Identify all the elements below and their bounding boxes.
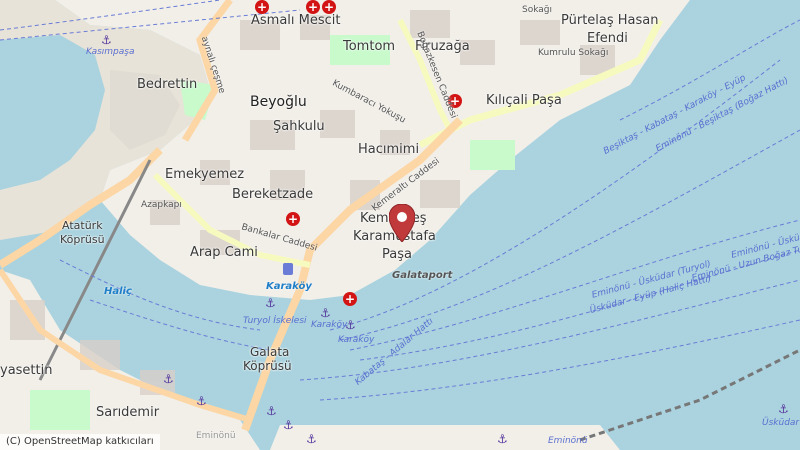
ferry-anchor-icon[interactable]: ⚓ [196,394,207,408]
label-beyoglu: Beyoğlu [250,94,307,110]
label-efendi: Efendi [587,31,628,46]
label-galataport: Galataport [392,270,453,281]
label-azapkapi: Azapkapı [141,200,182,210]
hospital-icon[interactable]: + [306,0,320,14]
hospital-icon[interactable]: + [343,292,357,306]
street-kumrulu: Kumrulu Sokağı [538,48,609,58]
label-yasettin: yasettin [0,363,53,378]
tram-station-icon[interactable] [283,263,293,275]
ferry-anchor-icon[interactable]: ⚓ [265,296,276,310]
label-kilicali: Kılıçali Paşa [486,93,562,108]
street-eminonu: Eminönü [196,431,236,441]
label-arap-cami: Arap Cami [190,245,258,260]
label-ataturk: Atatürk [62,219,103,232]
hospital-icon[interactable]: + [286,212,300,226]
ferry-anchor-icon[interactable]: ⚓ [283,418,294,432]
label-bereketzade: Bereketzade [232,187,314,202]
hospital-icon[interactable]: + [255,0,269,14]
location-pin-icon[interactable] [389,204,415,242]
label-karakoy-pier1: Karaköy [311,320,348,330]
label-galata-koprusu: Köprüsü [243,359,292,373]
street-sokagi: Sokağı [522,5,553,15]
label-tomtom: Tomtom [343,39,396,54]
attribution: (C) OpenStreetMap katkıcıları [0,434,160,450]
ferry-anchor-icon[interactable]: ⚓ [306,432,317,446]
ferry-anchor-icon[interactable]: ⚓ [101,33,112,47]
label-saridemir: Sarıdemir [96,405,160,420]
label-karakoy-pier2: Karaköy [338,335,375,345]
ferry-anchor-icon[interactable]: ⚓ [778,402,789,416]
label-hacimimi: Hacımimi [358,142,420,157]
ferry-anchor-icon[interactable]: ⚓ [497,432,508,446]
label-bedrettin: Bedrettin [137,77,198,92]
park-3 [30,390,90,430]
park-2 [470,140,515,170]
label-sahkulu: Şahkulu [273,119,325,134]
label-pasa: Paşa [382,247,412,262]
ferry-eminonu2: Eminönü [548,436,588,446]
ferry-anchor-icon[interactable]: ⚓ [163,372,174,386]
label-galata: Galata [250,345,290,359]
ferry-anchor-icon[interactable]: ⚓ [320,306,331,320]
label-purtelas: Pürtelaş Hasan [561,13,659,28]
label-koprusu: Köprüsü [60,233,105,246]
label-turyol: Turyol İskelesi [243,316,307,326]
ferry-anchor-icon[interactable]: ⚓ [266,404,277,418]
label-asmali-mescit: Asmalı Mescit [251,13,341,28]
label-emekyemez: Emekyemez [165,167,245,182]
hospital-icon[interactable]: + [322,0,336,14]
label-karakoy: Karaköy [266,281,312,292]
label-halic: Haliç [104,286,132,297]
ferry-uskudar-right: Üsküdar [762,418,800,428]
label-kasimpasa: Kasımpaşa [86,47,135,57]
